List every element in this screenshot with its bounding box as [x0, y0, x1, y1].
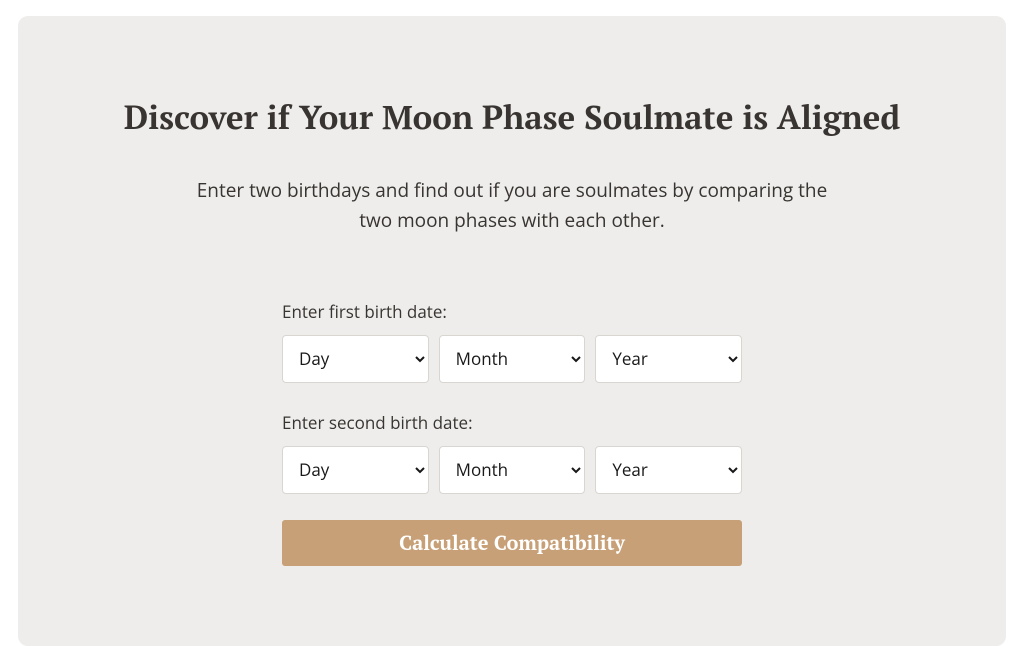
first-birthdate-row: Day Month Year	[282, 335, 742, 383]
first-year-select[interactable]: Year	[595, 335, 742, 383]
second-year-select[interactable]: Year	[595, 446, 742, 494]
first-birthdate-label: Enter first birth date:	[282, 300, 742, 323]
page-subtitle: Enter two birthdays and find out if you …	[192, 175, 832, 236]
page-title: Discover if Your Moon Phase Soulmate is …	[78, 96, 946, 139]
first-day-select[interactable]: Day	[282, 335, 429, 383]
form-container: Enter first birth date: Day Month Year E…	[282, 300, 742, 566]
second-birthdate-label: Enter second birth date:	[282, 411, 742, 434]
first-month-select[interactable]: Month	[439, 335, 586, 383]
second-month-select[interactable]: Month	[439, 446, 586, 494]
second-day-select[interactable]: Day	[282, 446, 429, 494]
moon-phase-card: Discover if Your Moon Phase Soulmate is …	[18, 16, 1006, 646]
calculate-button[interactable]: Calculate Compatibility	[282, 520, 742, 566]
second-birthdate-row: Day Month Year	[282, 446, 742, 494]
